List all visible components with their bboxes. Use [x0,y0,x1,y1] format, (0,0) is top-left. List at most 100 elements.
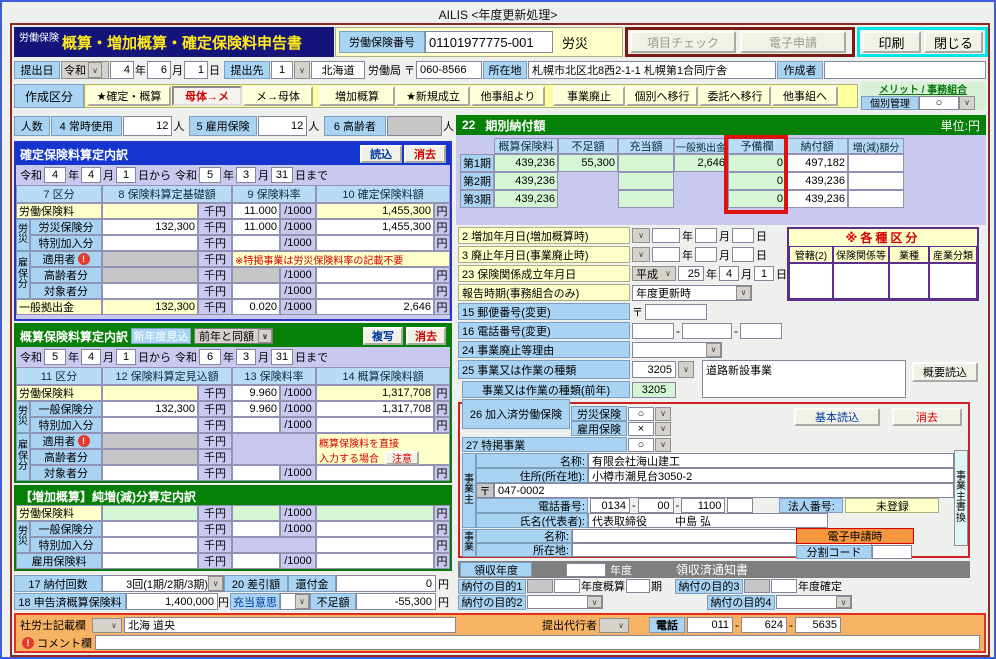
amount-cell[interactable] [316,553,434,569]
gyoushu-cell[interactable] [889,263,929,299]
chevron-down-icon[interactable]: ∨ [107,619,121,632]
zogen-cell[interactable] [848,190,904,208]
kakutei-from-day[interactable]: 1 [116,167,136,183]
houkoku-select[interactable]: 年度更新時∨ [632,285,752,301]
bureau-zip-field[interactable]: 060-8566 [416,61,482,79]
kakutei-to-day[interactable]: 31 [271,167,293,183]
day-field[interactable] [732,228,754,243]
era-select[interactable]: 平成∨ [632,266,676,281]
sharoushi-name-field[interactable]: 北海 道央 [124,617,456,633]
denshi-shinsei-button[interactable]: 電子申請時 [796,528,914,544]
kubun-zouka-button[interactable]: 増加概算 [319,86,395,106]
kakutei-from-year[interactable]: 4 [44,167,66,183]
year-field[interactable]: 25 [678,266,704,281]
kihon-read-button[interactable]: 基本読込 [794,408,880,426]
juto-select[interactable]: ∨ [280,593,310,610]
amount-cell[interactable] [316,537,434,553]
chevron-down-icon[interactable]: ∨ [959,96,975,110]
bunkatsu-field[interactable] [872,545,912,559]
comment-field[interactable] [95,635,980,650]
base-cell[interactable] [102,203,198,219]
month-field[interactable] [695,228,717,243]
rate-cell[interactable]: 11.000 [232,203,280,219]
kubun-me-botai-button[interactable]: メ→母体 [243,86,313,106]
chevron-down-icon[interactable]: ∨ [678,361,694,378]
kakutei-read-button[interactable]: 読込 [360,145,402,163]
base-cell[interactable] [102,537,198,553]
kubun-kobetsu-ikou-button[interactable]: 個別へ移行 [626,86,698,106]
mokuteki2-select[interactable]: ∨ [527,595,603,609]
base-cell[interactable] [102,235,198,251]
kakutei-from-month[interactable]: 4 [81,167,101,183]
amount-cell[interactable] [316,267,434,283]
kyoshutsu-cell[interactable]: 2,646 [674,154,728,172]
item-check-button[interactable]: 項目チェック [630,31,736,53]
base-cell[interactable] [102,283,198,299]
yobi-cell[interactable]: 0 [728,154,786,172]
chevron-down-icon[interactable]: ∨ [614,619,628,632]
gaisan-to-day[interactable]: 31 [271,349,293,365]
chevron-down-icon[interactable]: ∨ [661,267,675,280]
nofu-cell[interactable]: 439,236 [786,172,848,190]
gaisan-to-year[interactable]: 6 [199,349,221,365]
gaisan-cell[interactable]: 439,236 [494,172,558,190]
kakutei-to-year[interactable]: 5 [199,167,221,183]
jigyonushi-kakikae-button[interactable]: 事業主書換 [954,450,968,546]
shinkoku-field[interactable]: 1,400,000 [126,593,218,610]
amount-cell[interactable]: 2,646 [316,299,434,315]
kubun-kakutei-button[interactable]: ★確定・概算 [87,86,171,106]
jn-tel2[interactable]: 00 [638,498,674,513]
tel-field-1[interactable] [632,323,674,339]
tel-field-3[interactable] [740,323,782,339]
jn-zip-field[interactable]: 047-0002 [494,483,954,498]
rate-cell[interactable]: 0.020 [232,299,280,315]
rate-cell[interactable] [232,283,280,299]
chevron-down-icon[interactable]: ∨ [655,438,671,452]
tokkei-field[interactable]: ○ [628,438,654,452]
rate-cell[interactable] [232,521,280,537]
close-button[interactable]: 閉じる [924,31,983,53]
kihon-clear-button[interactable]: 消去 [892,408,962,426]
day-field[interactable]: 1 [754,266,774,281]
base-cell[interactable] [102,385,198,401]
era-select[interactable]: 令和∨ [61,61,109,79]
kakutei-to-month[interactable]: 3 [236,167,256,183]
tel3-field[interactable]: 5635 [795,617,841,633]
rate-cell[interactable] [232,553,280,569]
kubun-itaku-ikou-button[interactable]: 委託へ移行 [699,86,771,106]
month-field[interactable]: 4 [719,266,739,281]
tel-field-2[interactable] [682,323,732,339]
gaisan-clear-button[interactable]: 消去 [406,327,446,345]
juto-cell[interactable] [618,172,674,190]
chevron-down-icon[interactable]: ∨ [88,62,102,78]
yobi-cell[interactable]: 0 [728,190,786,208]
sagyou-name-field[interactable]: 道路新設事業 [702,360,906,398]
dest-field[interactable]: 1 [271,61,293,79]
submit-month-field[interactable]: 6 [147,61,171,79]
amount-cell[interactable]: 1,455,300 [316,203,434,219]
koyou-hoken-field[interactable]: × [628,422,654,436]
chevron-down-icon[interactable]: ∨ [836,596,851,608]
chevron-down-icon[interactable]: ∨ [258,329,272,343]
amount-cell[interactable] [316,505,434,521]
base-cell[interactable]: 132,300 [102,401,198,417]
zogen-cell[interactable] [848,154,904,172]
amount-cell[interactable] [316,235,434,251]
base-cell[interactable] [102,505,198,521]
fusoku-field[interactable]: -55,300 [356,593,436,610]
rate-cell[interactable]: 9.960 [232,385,280,401]
chevron-down-icon[interactable]: ∨ [295,594,309,609]
jn-addr-field[interactable]: 小樽市潮見台3050-2 [588,468,954,483]
gaisan-from-day[interactable]: 1 [116,349,136,365]
jn-tel3[interactable]: 1100 [681,498,725,513]
month-field[interactable] [695,247,717,262]
base-cell[interactable]: 132,300 [102,219,198,235]
base-cell[interactable] [102,417,198,433]
zogen-cell[interactable] [848,172,904,190]
sagyou-code-field[interactable]: 3205 [632,361,676,378]
e-apply-button[interactable]: 電子申請 [740,31,846,53]
koyou-field[interactable]: 12 [258,116,308,136]
mokuteki4-select[interactable]: ∨ [776,595,852,609]
ryoshu-year-field[interactable] [566,563,606,577]
mokuteki3-field[interactable] [771,579,797,593]
